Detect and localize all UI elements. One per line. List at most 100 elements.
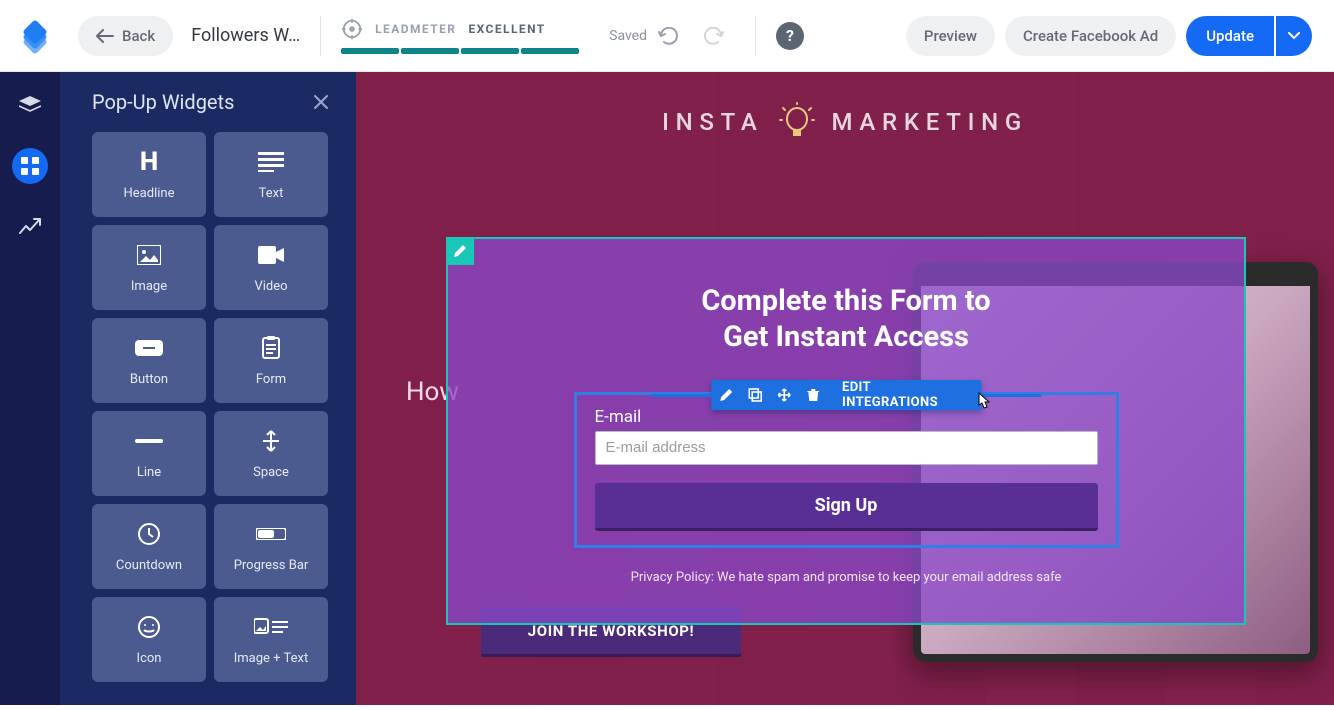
widgets-icon (21, 157, 39, 175)
widget-tile-headline[interactable]: H Headline (92, 132, 206, 217)
countdown-icon (137, 520, 161, 548)
widget-tile-text[interactable]: Text (214, 132, 328, 217)
update-button-split: Update (1186, 16, 1312, 56)
back-arrow-icon (96, 29, 114, 43)
widget-tile-line[interactable]: Line (92, 411, 206, 496)
toolbar-edit-button[interactable] (711, 380, 740, 410)
back-button[interactable]: Back (78, 16, 173, 56)
toolbar-move-button[interactable] (770, 380, 799, 410)
toolbar-duplicate-button[interactable] (740, 380, 769, 410)
panel-title: Pop-Up Widgets (92, 90, 234, 114)
brand-header: INSTA MARKETING (356, 102, 1334, 142)
copy-icon (748, 388, 762, 402)
form-toolbar: EDIT INTEGRATIONS (711, 380, 981, 410)
image-icon (137, 241, 161, 269)
widget-tile-label: Form (256, 372, 286, 387)
brand-left: INSTA (662, 108, 763, 136)
widget-tile-label: Text (259, 186, 284, 201)
widget-tile-label: Image (131, 279, 167, 294)
trash-icon (807, 388, 819, 402)
redo-icon (702, 27, 724, 45)
topbar: Back Followers W… LEADMETER EXCELLENT Sa… (0, 0, 1334, 72)
popup-editor[interactable]: Complete this Form to Get Instant Access… (446, 237, 1246, 625)
help-button[interactable]: ? (776, 22, 804, 50)
create-facebook-ad-button[interactable]: Create Facebook Ad (1005, 16, 1176, 56)
pencil-icon (719, 388, 733, 402)
chevron-down-icon (1288, 32, 1300, 40)
undo-button[interactable] (653, 20, 685, 52)
preview-button[interactable]: Preview (906, 16, 995, 56)
layers-icon (19, 96, 41, 116)
rail-layers-button[interactable] (18, 94, 42, 118)
space-icon (261, 427, 281, 455)
signup-button[interactable]: Sign Up (595, 483, 1098, 531)
lightbulb-icon (779, 102, 815, 142)
widget-tile-label: Headline (124, 186, 175, 201)
leadmeter-rating: EXCELLENT (468, 22, 545, 36)
imgtext-icon (254, 613, 288, 641)
widget-tile-button[interactable]: Button (92, 318, 206, 403)
toolbar-delete-button[interactable] (799, 380, 828, 410)
page-name[interactable]: Followers W… (191, 25, 300, 46)
widget-tile-label: Progress Bar (234, 558, 309, 573)
toolbar-edit-integrations-button[interactable]: EDIT INTEGRATIONS (828, 380, 981, 410)
form-icon (261, 334, 281, 362)
target-icon (341, 18, 363, 40)
popup-heading-line1: Complete this Form to (701, 284, 990, 318)
preview-label: Preview (924, 27, 977, 45)
back-label: Back (122, 27, 155, 45)
popup-heading-line2: Get Instant Access (723, 320, 969, 354)
widget-tile-video[interactable]: Video (214, 225, 328, 310)
move-icon (777, 388, 791, 402)
widget-tile-progress[interactable]: Progress Bar (214, 504, 328, 589)
leadmeter-label: LEADMETER (375, 22, 456, 36)
divider (320, 16, 321, 56)
button-icon (135, 334, 163, 362)
left-rail (0, 72, 60, 705)
rail-widgets-button[interactable] (12, 148, 48, 184)
widget-tile-space[interactable]: Space (214, 411, 328, 496)
trend-icon (19, 218, 41, 234)
headline-icon: H (140, 148, 158, 176)
leadmeter-bar (341, 48, 579, 54)
brand-right: MARKETING (831, 108, 1027, 136)
widget-tile-image[interactable]: Image (92, 225, 206, 310)
update-button[interactable]: Update (1186, 16, 1274, 56)
create-fb-label: Create Facebook Ad (1023, 27, 1158, 45)
close-icon (314, 95, 328, 109)
update-label: Update (1206, 27, 1254, 45)
widget-tile-label: Countdown (116, 558, 182, 573)
widget-tile-countdown[interactable]: Countdown (92, 504, 206, 589)
widget-tile-form[interactable]: Form (214, 318, 328, 403)
help-icon: ? (786, 26, 794, 45)
email-field[interactable] (595, 431, 1098, 465)
video-icon (258, 241, 284, 269)
popup-heading[interactable]: Complete this Form to Get Instant Access (701, 283, 990, 356)
app-logo (0, 24, 70, 48)
privacy-text: Privacy Policy: We hate spam and promise… (631, 570, 1062, 585)
saved-status: Saved (609, 28, 647, 44)
close-panel-button[interactable] (310, 91, 332, 113)
leadmeter[interactable]: LEADMETER EXCELLENT (341, 18, 579, 54)
text-icon (258, 148, 284, 176)
widget-tile-label: Video (254, 279, 287, 294)
divider (755, 16, 756, 56)
workspace: Pop-Up Widgets H Headline Text Image Video Bu… (0, 72, 1334, 705)
undo-icon (658, 27, 680, 45)
line-icon (135, 427, 163, 455)
canvas[interactable]: INSTA MARKETING How JOIN THE WORKSHOP! C… (356, 72, 1334, 705)
redo-button[interactable] (697, 20, 729, 52)
widget-tile-label: Button (130, 372, 168, 387)
widget-tile-icon[interactable]: Icon (92, 597, 206, 682)
update-dropdown-button[interactable] (1276, 16, 1312, 56)
widget-tile-label: Image + Text (234, 651, 309, 666)
icon-icon (137, 613, 161, 641)
progress-icon (256, 520, 286, 548)
widgets-panel: Pop-Up Widgets H Headline Text Image Video Bu… (60, 72, 356, 705)
rail-analytics-button[interactable] (18, 214, 42, 238)
form-widget[interactable]: EDIT INTEGRATIONS E-mail Sign Up (574, 392, 1119, 548)
widget-tile-imgtext[interactable]: Image + Text (214, 597, 328, 682)
widget-tile-label: Icon (137, 651, 162, 666)
widget-tile-label: Line (137, 465, 161, 480)
widget-tile-label: Space (253, 465, 289, 480)
